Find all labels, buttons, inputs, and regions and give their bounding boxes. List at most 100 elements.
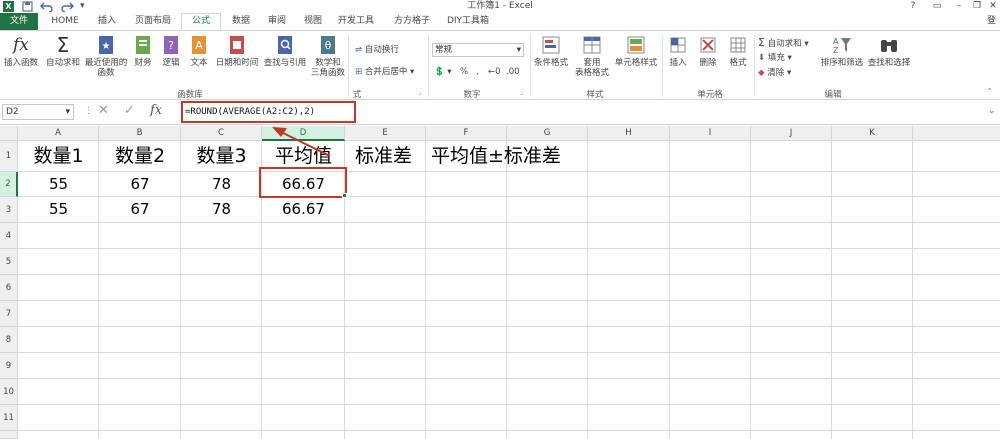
name-box[interactable]: D2 ▾ bbox=[2, 104, 74, 120]
cell-b3[interactable]: 67 bbox=[99, 197, 181, 222]
tab-view[interactable]: 视图 bbox=[296, 13, 330, 30]
tab-developer[interactable]: 开发工具 bbox=[334, 13, 378, 30]
row-header-1[interactable]: 1 bbox=[0, 141, 18, 172]
group-label-styles: 样式 bbox=[586, 90, 604, 100]
clear-button[interactable]: ◆ 清除 ▾ bbox=[758, 68, 791, 79]
sort-filter-button[interactable]: AZ 排序和筛选 bbox=[818, 34, 866, 68]
insert-function-button[interactable]: fx 插入函数 bbox=[2, 34, 40, 68]
recently-used-button[interactable]: ★ 最近使用的 函数 bbox=[84, 34, 128, 78]
cell-a1[interactable]: 数量1 bbox=[18, 142, 99, 171]
row-header-6[interactable]: 6 bbox=[0, 275, 18, 301]
format-as-table-button[interactable]: 套用 表格格式 bbox=[572, 34, 612, 78]
lookup-reference-button[interactable]: 查找与引用 bbox=[262, 34, 308, 68]
column-header-c[interactable]: C bbox=[181, 126, 262, 141]
number-dialog-launcher-icon[interactable]: ⌟ bbox=[520, 87, 523, 98]
row-header-11[interactable]: 11 bbox=[0, 405, 18, 431]
row-header-9[interactable]: 9 bbox=[0, 353, 18, 379]
cell-c1[interactable]: 数量3 bbox=[181, 142, 262, 171]
group-label-function-library: 函数库 bbox=[177, 90, 203, 100]
percent-style-button[interactable]: % bbox=[460, 67, 468, 78]
cell-f1[interactable]: 平均值±标准差 bbox=[430, 142, 580, 171]
help-button[interactable]: ? bbox=[902, 0, 924, 13]
column-header-g[interactable]: G bbox=[507, 126, 588, 141]
math-trig-label-2: 三角函数 bbox=[310, 68, 345, 78]
column-header-e[interactable]: E bbox=[345, 126, 426, 141]
accounting-format-button[interactable]: 💲 ▾ bbox=[434, 67, 452, 78]
tab-fangfang[interactable]: 方方格子 bbox=[388, 13, 436, 30]
row-header-8[interactable]: 8 bbox=[0, 327, 18, 353]
tab-page-layout[interactable]: 页面布局 bbox=[130, 13, 176, 30]
column-header-a[interactable]: A bbox=[18, 126, 99, 141]
cancel-entry-icon[interactable]: ✕ bbox=[98, 103, 109, 118]
autosum-button[interactable]: Σ 自动求和 bbox=[44, 34, 82, 68]
datetime-button[interactable]: 日期和时间 bbox=[214, 34, 260, 68]
insert-cells-button[interactable]: 插入 bbox=[664, 34, 692, 68]
cell-e1[interactable]: 标准差 bbox=[354, 142, 426, 171]
alignment-dialog-launcher-icon[interactable]: ⌟ bbox=[418, 87, 421, 98]
ribbon-display-icon[interactable]: ▭ bbox=[926, 0, 948, 13]
tab-review[interactable]: 审阅 bbox=[260, 13, 294, 30]
insert-function-fx-icon[interactable]: fx bbox=[150, 103, 162, 118]
financial-button[interactable]: 财务 bbox=[130, 34, 156, 68]
tab-data[interactable]: 数据 bbox=[224, 13, 258, 30]
cell-a3[interactable]: 55 bbox=[18, 197, 99, 222]
column-header-j[interactable]: J bbox=[751, 126, 832, 141]
math-trig-button[interactable]: θ 数学和 三角函数 bbox=[308, 34, 348, 78]
increase-decimal-icon[interactable]: ←0 bbox=[488, 67, 501, 78]
number-format-select[interactable]: 常规 ▾ bbox=[432, 43, 524, 57]
conditional-formatting-button[interactable]: 条件格式 bbox=[532, 34, 570, 68]
format-as-table-label-2: 表格格式 bbox=[574, 68, 609, 78]
column-header-h[interactable]: H bbox=[588, 126, 670, 141]
column-header-i[interactable]: I bbox=[670, 126, 751, 141]
row-header-3[interactable]: 3 bbox=[0, 197, 18, 223]
format-cells-button[interactable]: 格式 bbox=[724, 34, 752, 68]
tab-formulas[interactable]: 公式 bbox=[181, 13, 221, 30]
cell-c3[interactable]: 78 bbox=[181, 197, 262, 222]
collapse-ribbon-icon[interactable]: ⌃ bbox=[986, 87, 993, 98]
text-button[interactable]: A 文本 bbox=[186, 34, 212, 68]
column-header-b[interactable]: B bbox=[99, 126, 181, 141]
row-header-10[interactable]: 10 bbox=[0, 379, 18, 405]
cell-styles-button[interactable]: 单元格样式 bbox=[612, 34, 660, 68]
expand-formula-bar-icon[interactable]: ⌄ bbox=[988, 106, 996, 116]
merge-center-button[interactable]: ⊞ 合并后居中 ▾ bbox=[355, 67, 414, 78]
fill-handle[interactable] bbox=[342, 193, 347, 198]
column-header-d[interactable]: D bbox=[262, 126, 345, 141]
confirm-entry-icon[interactable]: ✓ bbox=[124, 103, 135, 118]
gridline bbox=[18, 300, 1000, 301]
editing-autosum-label: 自动求和 bbox=[767, 39, 802, 49]
math-trig-label: 数学和 bbox=[315, 58, 341, 68]
cell-d3[interactable]: 66.67 bbox=[262, 197, 345, 222]
select-all-corner[interactable] bbox=[0, 126, 18, 141]
find-select-button[interactable]: 查找和选择 bbox=[866, 34, 912, 68]
comma-style-button[interactable]: , bbox=[476, 67, 479, 78]
sign-in-link[interactable]: 登 bbox=[987, 13, 996, 30]
tab-insert[interactable]: 插入 bbox=[90, 13, 124, 30]
row-header-4[interactable]: 4 bbox=[0, 223, 18, 249]
decrease-decimal-icon[interactable]: .00 bbox=[506, 67, 520, 78]
fill-button[interactable]: ⬇ 填充 ▾ bbox=[758, 53, 792, 64]
delete-cells-button[interactable]: 删除 bbox=[694, 34, 722, 68]
delete-cells-icon bbox=[700, 37, 716, 53]
cell-b2[interactable]: 67 bbox=[99, 172, 181, 196]
row-header-5[interactable]: 5 bbox=[0, 249, 18, 275]
column-header-k[interactable]: K bbox=[832, 126, 913, 141]
cell-a2[interactable]: 55 bbox=[18, 172, 99, 196]
row-header-2[interactable]: 2 bbox=[0, 172, 18, 197]
logical-button[interactable]: ? 逻辑 bbox=[158, 34, 184, 68]
cell-c2[interactable]: 78 bbox=[181, 172, 262, 196]
tab-diy-toolbox[interactable]: DIY工具箱 bbox=[444, 13, 492, 30]
gridline bbox=[831, 141, 832, 439]
worksheet-grid[interactable]: A B C D E F G H I J K 1 2 3 4 5 6 7 8 9 … bbox=[0, 126, 1000, 439]
formula-input[interactable]: =ROUND(AVERAGE(A2:C2),2) bbox=[181, 101, 356, 123]
group-label-editing: 编辑 bbox=[824, 90, 842, 100]
wrap-text-button[interactable]: ⇌ 自动换行 bbox=[355, 45, 399, 56]
group-label-alignment: 式 bbox=[352, 90, 362, 100]
tab-file[interactable]: 文件 bbox=[0, 13, 38, 30]
column-header-f[interactable]: F bbox=[426, 126, 507, 141]
cell-b1[interactable]: 数量2 bbox=[99, 142, 181, 171]
close-icon[interactable]: ✕ bbox=[982, 0, 1000, 13]
editing-autosum-button[interactable]: Σ 自动求和 ▾ bbox=[758, 37, 809, 50]
row-header-7[interactable]: 7 bbox=[0, 301, 18, 327]
tab-home[interactable]: HOME bbox=[46, 13, 84, 30]
